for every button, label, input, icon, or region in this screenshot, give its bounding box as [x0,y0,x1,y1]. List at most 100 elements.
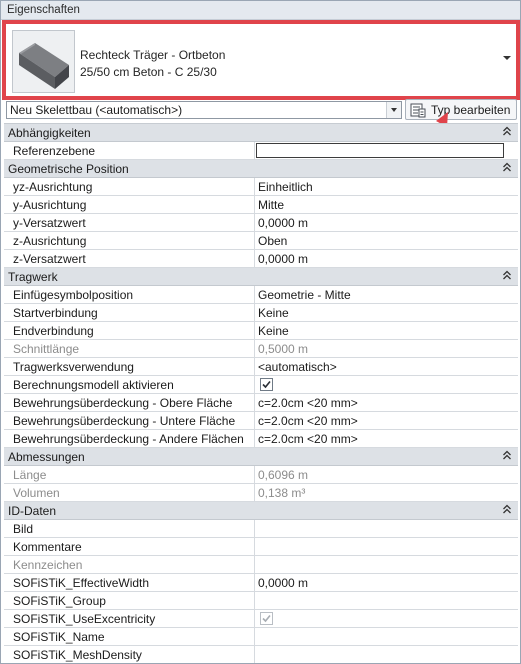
group-header-geometrische-position[interactable]: Geometrische Position [4,160,518,178]
chevron-down-icon [391,108,397,112]
property-row-sofistik-name[interactable]: SOFiSTiK_Name [4,628,518,646]
property-checkbox [260,612,273,625]
property-name: SOFiSTiK_Name [4,628,255,645]
collapse-chevron-icon[interactable] [502,503,512,517]
property-name: yz-Ausrichtung [4,178,255,195]
property-row-kommentare[interactable]: Kommentare [4,538,518,556]
property-row-sofistik-group[interactable]: SOFiSTiK_Group [4,592,518,610]
property-value[interactable] [256,538,518,555]
property-row-sofistik-useexcentricity[interactable]: SOFiSTiK_UseExcentricity [4,610,518,628]
property-row-y-versatzwert[interactable]: y-Versatzwert 0,0000 m [4,214,518,232]
property-row-sofistik-meshdensity[interactable]: SOFiSTiK_MeshDensity [4,646,518,663]
property-row-yz-ausrichtung[interactable]: yz-Ausrichtung Einheitlich [4,178,518,196]
property-value[interactable]: Einheitlich [256,178,518,195]
property-value[interactable] [256,628,518,645]
property-value: 0,138 m³ [258,486,306,500]
property-name: Startverbindung [4,304,255,321]
collapse-chevron-icon[interactable] [502,449,512,463]
window-title: Eigenschaften [1,1,520,20]
property-name: SOFiSTiK_MeshDensity [4,646,255,663]
properties-window: Eigenschaften Rechteck Träger - Ortbeton… [0,0,521,664]
property-row-y-ausrichtung[interactable]: y-Ausrichtung Mitte [4,196,518,214]
type-family-name: Rechteck Träger - Ortbeton [80,48,226,62]
property-value[interactable]: 0,0000 m [256,250,518,267]
property-value[interactable] [256,646,518,663]
property-row-lange: Länge 0,6096 m [4,466,518,484]
property-value[interactable] [256,520,518,537]
property-row-schnittlange: Schnittlänge 0,5000 m [4,340,518,358]
property-value [256,556,518,573]
edit-type-icon [410,103,426,118]
group-title: Abmessungen [8,450,85,464]
property-value: 0,6096 m [258,468,309,482]
property-row-volumen: Volumen 0,138 m³ [4,484,518,502]
property-row-bewehrungsuberdeckung-obere-flache[interactable]: Bewehrungsüberdeckung - Obere Fläche c=2.… [4,394,518,412]
property-value[interactable]: Keine [256,304,518,321]
property-value[interactable]: Oben [256,232,518,249]
property-value[interactable]: Geometrie - Mitte [256,286,518,303]
property-row-sofistik-effectivewidth[interactable]: SOFiSTiK_EffectiveWidth 0,0000 m [4,574,518,592]
property-name: SOFiSTiK_Group [4,592,255,609]
instance-filter-value: Neu Skelettbau (<automatisch>) [10,103,183,117]
property-name: Bewehrungsüberdeckung - Obere Fläche [4,394,255,411]
property-value[interactable]: <automatisch> [256,358,518,375]
property-value[interactable]: c=2.0cm <20 mm> [256,412,518,429]
property-name: Bild [4,520,255,537]
type-selector[interactable]: Rechteck Träger - Ortbeton 25/50 cm Beto… [4,23,518,98]
properties-grid-body: Abhängigkeiten Referenzebene Geometrische … [4,124,518,663]
property-row-berechnungsmodell-aktivieren[interactable]: Berechnungsmodell aktivieren [4,376,518,394]
property-value: 0,5000 m [258,342,309,356]
type-name: 25/50 cm Beton - C 25/30 [80,65,217,79]
type-dropdown-arrow-icon[interactable] [503,56,511,60]
property-row-endverbindung[interactable]: Endverbindung Keine [4,322,518,340]
property-checkbox[interactable] [260,378,273,391]
property-name: Tragwerksverwendung [4,358,255,375]
property-row-bewehrungsuberdeckung-andere-flachen[interactable]: Bewehrungsüberdeckung - Andere Flächen c=… [4,430,518,448]
property-name: SOFiSTiK_EffectiveWidth [4,574,255,591]
group-title: ID-Daten [8,504,57,518]
property-name: Volumen [4,484,255,501]
collapse-chevron-icon[interactable] [502,269,512,283]
property-value[interactable]: c=2.0cm <20 mm> [256,394,518,411]
property-value[interactable]: Mitte [256,196,518,213]
property-row-kennzeichen: Kennzeichen [4,556,518,574]
property-name: Einfügesymbolposition [4,286,255,303]
property-row-z-versatzwert[interactable]: z-Versatzwert 0,0000 m [4,250,518,268]
property-value[interactable]: 0,0000 m [256,574,518,591]
group-title: Geometrische Position [8,162,129,176]
property-row-tragwerksverwendung[interactable]: Tragwerksverwendung <automatisch> [4,358,518,376]
property-row-bild[interactable]: Bild [4,520,518,538]
property-name: Bewehrungsüberdeckung - Andere Flächen [4,430,255,447]
collapse-chevron-icon[interactable] [502,125,512,139]
edit-type-label: Typ bearbeiten [431,103,511,117]
property-name: Schnittlänge [4,340,255,357]
property-row-bewehrungsuberdeckung-untere-flache[interactable]: Bewehrungsüberdeckung - Untere Fläche c=2… [4,412,518,430]
group-header-id-daten[interactable]: ID-Daten [4,502,518,520]
beam-preview-icon [12,30,75,93]
property-row-referenzebene[interactable]: Referenzebene [4,142,518,160]
property-row-startverbindung[interactable]: Startverbindung Keine [4,304,518,322]
property-row-z-ausrichtung[interactable]: z-Ausrichtung Oben [4,232,518,250]
group-title: Tragwerk [8,270,58,284]
instance-filter-dropdown[interactable]: Neu Skelettbau (<automatisch>) [6,101,402,119]
property-value[interactable]: c=2.0cm <20 mm> [256,430,518,447]
group-header-tragwerk[interactable]: Tragwerk [4,268,518,286]
group-title: Abhängigkeiten [8,126,91,140]
property-value[interactable]: Keine [256,322,518,339]
group-header-abhangigkeiten[interactable]: Abhängigkeiten [4,124,518,142]
edit-type-button[interactable]: Typ bearbeiten [405,99,517,120]
property-name: y-Versatzwert [4,214,255,231]
property-name: Länge [4,466,255,483]
property-value[interactable] [256,592,518,609]
property-value[interactable]: 0,0000 m [256,214,518,231]
property-name: y-Ausrichtung [4,196,255,213]
dropdown-button[interactable] [386,102,401,118]
group-header-abmessungen[interactable]: Abmessungen [4,448,518,466]
property-row-einfugesymbolposition[interactable]: Einfügesymbolposition Geometrie - Mitte [4,286,518,304]
property-name: Bewehrungsüberdeckung - Untere Fläche [4,412,255,429]
property-name: z-Ausrichtung [4,232,255,249]
property-value-input[interactable] [256,143,504,158]
property-name: Referenzebene [4,142,255,159]
property-name: SOFiSTiK_UseExcentricity [4,610,255,627]
collapse-chevron-icon[interactable] [502,161,512,175]
